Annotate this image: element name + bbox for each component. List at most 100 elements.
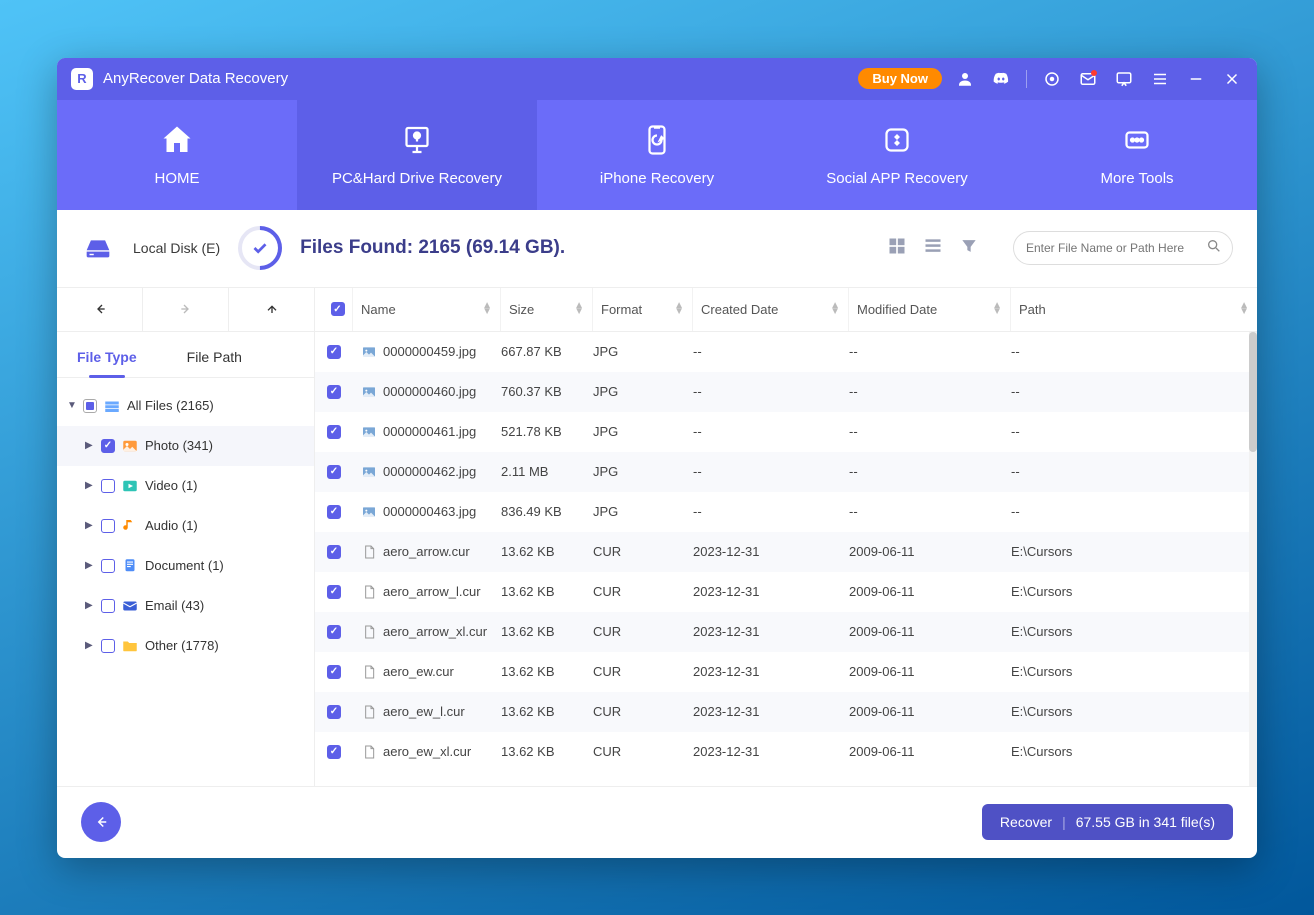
nav-forward-button[interactable] <box>143 288 229 331</box>
tab-pc-recovery[interactable]: PC&Hard Drive Recovery <box>297 100 537 210</box>
mail-icon[interactable] <box>1077 68 1099 90</box>
expander-icon[interactable]: ▶ <box>85 480 95 491</box>
row-checkbox[interactable] <box>327 705 341 719</box>
checkbox[interactable] <box>101 639 115 653</box>
nav-back-button[interactable] <box>57 288 143 331</box>
discord-icon[interactable] <box>990 68 1012 90</box>
list-view-icon[interactable] <box>923 236 943 261</box>
minimize-icon[interactable] <box>1185 68 1207 90</box>
table-row[interactable]: 0000000459.jpg 667.87 KB JPG -- -- -- <box>315 332 1249 372</box>
table-row[interactable]: aero_ew.cur 13.62 KB CUR 2023-12-31 2009… <box>315 652 1249 692</box>
row-checkbox[interactable] <box>327 465 341 479</box>
select-all-checkbox[interactable] <box>331 302 345 316</box>
tree-item-label: Email (43) <box>145 598 204 613</box>
table-row[interactable]: aero_arrow.cur 13.62 KB CUR 2023-12-31 2… <box>315 532 1249 572</box>
tree-item[interactable]: ▶ Email (43) <box>57 586 314 626</box>
table-row[interactable]: aero_arrow_l.cur 13.62 KB CUR 2023-12-31… <box>315 572 1249 612</box>
column-modified[interactable]: Modified Date▲▼ <box>849 288 1011 331</box>
tree-item[interactable]: ▶ Audio (1) <box>57 506 314 546</box>
file-format: CUR <box>593 744 693 759</box>
scrollbar[interactable] <box>1249 332 1257 786</box>
search-input[interactable] <box>1026 241 1196 255</box>
file-name: aero_arrow_xl.cur <box>383 624 487 639</box>
file-size: 760.37 KB <box>501 384 593 399</box>
category-icon <box>121 437 139 455</box>
expander-icon[interactable]: ▶ <box>85 600 95 611</box>
nav-up-button[interactable] <box>229 288 314 331</box>
table-row[interactable]: 0000000461.jpg 521.78 KB JPG -- -- -- <box>315 412 1249 452</box>
expander-icon[interactable]: ▼ <box>67 400 77 411</box>
titlebar: R AnyRecover Data Recovery Buy Now <box>57 58 1257 100</box>
column-size[interactable]: Size▲▼ <box>501 288 593 331</box>
target-icon[interactable] <box>1041 68 1063 90</box>
tab-iphone-recovery[interactable]: iPhone Recovery <box>537 100 777 210</box>
column-created[interactable]: Created Date▲▼ <box>693 288 849 331</box>
expander-icon[interactable]: ▶ <box>85 440 95 451</box>
file-format: CUR <box>593 544 693 559</box>
account-icon[interactable] <box>954 68 976 90</box>
tree-item[interactable]: ▶ Other (1778) <box>57 626 314 666</box>
row-checkbox[interactable] <box>327 505 341 519</box>
tree-item[interactable]: ▶ Photo (341) <box>57 426 314 466</box>
row-checkbox[interactable] <box>327 585 341 599</box>
expander-icon[interactable]: ▶ <box>85 560 95 571</box>
filter-icon[interactable] <box>959 236 979 261</box>
table-row[interactable]: 0000000462.jpg 2.11 MB JPG -- -- -- <box>315 452 1249 492</box>
tree-root[interactable]: ▼ All Files (2165) <box>57 386 314 426</box>
table-row[interactable]: aero_ew_xl.cur 13.62 KB CUR 2023-12-31 2… <box>315 732 1249 772</box>
tab-social-recovery[interactable]: Social APP Recovery <box>777 100 1017 210</box>
file-icon <box>361 704 377 720</box>
row-checkbox[interactable] <box>327 665 341 679</box>
table-row[interactable]: aero_arrow_xl.cur 13.62 KB CUR 2023-12-3… <box>315 612 1249 652</box>
checkbox[interactable] <box>101 559 115 573</box>
column-name[interactable]: Name▲▼ <box>353 288 501 331</box>
expander-icon[interactable]: ▶ <box>85 520 95 531</box>
row-checkbox[interactable] <box>327 625 341 639</box>
tab-more-tools[interactable]: More Tools <box>1017 100 1257 210</box>
table-row[interactable]: 0000000463.jpg 836.49 KB JPG -- -- -- <box>315 492 1249 532</box>
file-icon <box>361 584 377 600</box>
checkbox[interactable] <box>83 399 97 413</box>
column-path[interactable]: Path▲▼ <box>1011 288 1257 331</box>
file-tree: ▼ All Files (2165) ▶ Photo (341) ▶ Video… <box>57 378 314 666</box>
table-row[interactable]: 0000000460.jpg 760.37 KB JPG -- -- -- <box>315 372 1249 412</box>
recover-button[interactable]: Recover | 67.55 GB in 341 file(s) <box>982 804 1233 840</box>
menu-icon[interactable] <box>1149 68 1171 90</box>
table-header: Name▲▼ Size▲▼ Format▲▼ Created Date▲▼ Mo… <box>315 288 1257 332</box>
table-body[interactable]: 0000000459.jpg 667.87 KB JPG -- -- -- 00… <box>315 332 1249 786</box>
table-row[interactable]: aero_ew_l.cur 13.62 KB CUR 2023-12-31 20… <box>315 692 1249 732</box>
row-checkbox[interactable] <box>327 345 341 359</box>
tree-item[interactable]: ▶ Video (1) <box>57 466 314 506</box>
file-icon <box>361 624 377 640</box>
checkbox[interactable] <box>101 439 115 453</box>
buy-now-button[interactable]: Buy Now <box>858 68 942 89</box>
grid-view-icon[interactable] <box>887 236 907 261</box>
feedback-icon[interactable] <box>1113 68 1135 90</box>
row-checkbox[interactable] <box>327 385 341 399</box>
tab-label: HOME <box>155 170 200 187</box>
file-format: JPG <box>593 344 693 359</box>
file-path: E:\Cursors <box>1011 704 1249 719</box>
file-path: -- <box>1011 424 1249 439</box>
row-checkbox[interactable] <box>327 545 341 559</box>
search-box[interactable] <box>1013 231 1233 265</box>
category-icon <box>121 517 139 535</box>
file-path: E:\Cursors <box>1011 544 1249 559</box>
checkbox[interactable] <box>101 519 115 533</box>
tree-tab-filetype[interactable]: File Type <box>77 349 137 377</box>
file-modified: 2009-06-11 <box>849 664 1011 679</box>
file-format: JPG <box>593 504 693 519</box>
row-checkbox[interactable] <box>327 425 341 439</box>
checkbox[interactable] <box>101 479 115 493</box>
file-path: E:\Cursors <box>1011 584 1249 599</box>
search-icon[interactable] <box>1206 238 1222 259</box>
close-icon[interactable] <box>1221 68 1243 90</box>
column-format[interactable]: Format▲▼ <box>593 288 693 331</box>
expander-icon[interactable]: ▶ <box>85 640 95 651</box>
checkbox[interactable] <box>101 599 115 613</box>
tab-home[interactable]: HOME <box>57 100 297 210</box>
tree-item[interactable]: ▶ Document (1) <box>57 546 314 586</box>
tree-tab-filepath[interactable]: File Path <box>187 349 242 377</box>
back-button[interactable] <box>81 802 121 842</box>
row-checkbox[interactable] <box>327 745 341 759</box>
